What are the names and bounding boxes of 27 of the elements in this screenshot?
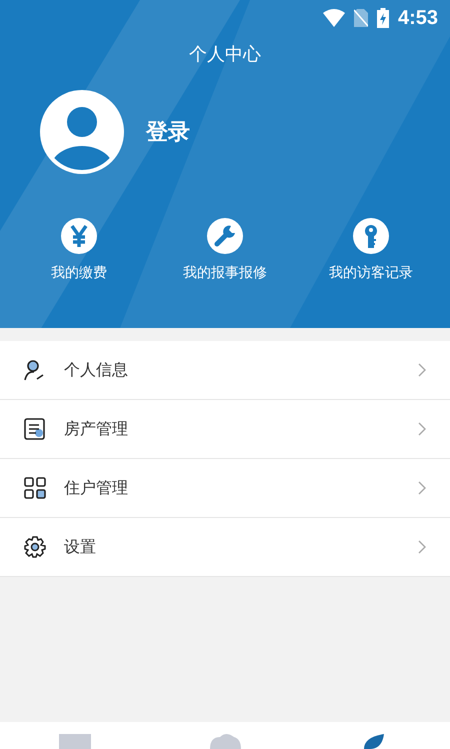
person-icon — [24, 359, 46, 381]
document-icon — [24, 418, 46, 440]
battery-icon — [376, 8, 389, 28]
chevron-icon — [418, 481, 426, 495]
page-title: 个人中心 — [189, 43, 261, 66]
grid-icon — [24, 477, 46, 499]
status-time: 4:53 — [398, 6, 438, 30]
shortcut-button[interactable]: 我的缴费 — [14, 218, 144, 282]
no-sim-icon — [354, 9, 368, 27]
settings-icon — [24, 536, 46, 558]
menu-item[interactable]: 住户管理 — [0, 459, 450, 518]
chevron-icon — [418, 422, 426, 436]
wrench-icon — [207, 218, 243, 254]
screen-tab-icon[interactable] — [58, 733, 92, 749]
shortcut-button[interactable]: 我的访客记录 — [306, 218, 436, 282]
menu-item[interactable]: 个人信息 — [0, 341, 450, 400]
menu-item[interactable]: 房产管理 — [0, 400, 450, 459]
login-link[interactable]: 登录 — [146, 117, 190, 147]
key-icon — [353, 218, 389, 254]
cloud-tab-icon[interactable] — [208, 733, 242, 749]
chevron-icon — [418, 363, 426, 377]
wifi-icon — [322, 9, 345, 27]
yen-icon — [61, 218, 97, 254]
avatar-icon — [40, 90, 124, 174]
menu-item[interactable]: 设置 — [0, 518, 450, 577]
shortcut-button[interactable]: 我的报事报修 — [160, 218, 290, 282]
chevron-icon — [418, 540, 426, 554]
